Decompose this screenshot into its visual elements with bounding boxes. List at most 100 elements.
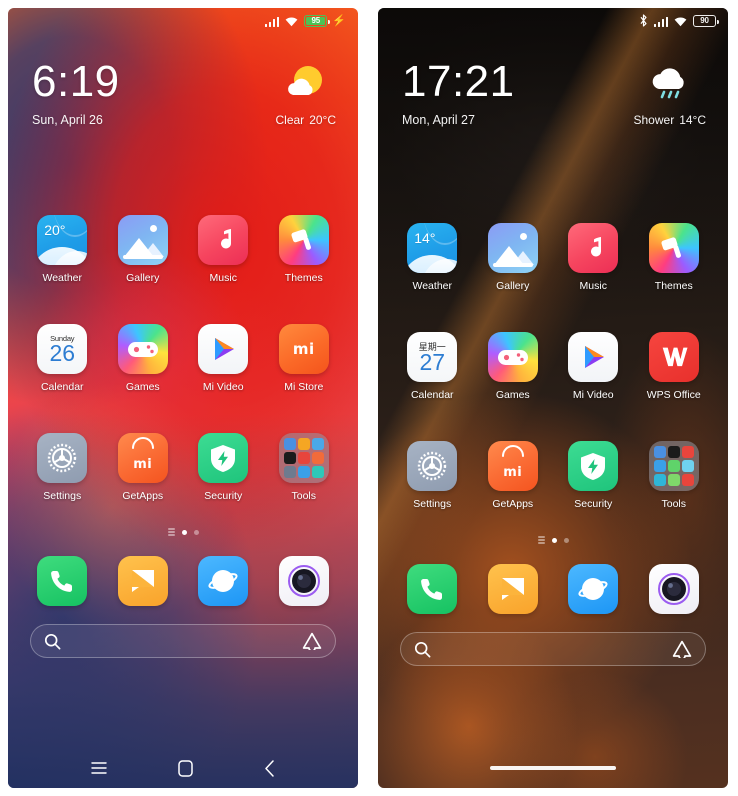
camera-app-icon xyxy=(278,556,329,606)
back-button[interactable] xyxy=(264,759,275,777)
app-label: GetApps xyxy=(122,490,164,502)
search-input[interactable] xyxy=(30,624,336,658)
camera-app-icon xyxy=(648,564,699,614)
app-label: WPS Office xyxy=(646,389,701,401)
weather-widget-right[interactable]: Shower 14°C xyxy=(633,60,707,127)
dock-right xyxy=(378,564,728,614)
search-input[interactable] xyxy=(400,632,706,666)
battery-indicator-right: 90 xyxy=(693,15,719,27)
home-button[interactable] xyxy=(178,759,193,777)
app-label: Themes xyxy=(654,280,693,292)
page-list-marker-icon[interactable] xyxy=(167,528,175,536)
page-list-marker-icon[interactable] xyxy=(537,536,545,544)
clock-date-left: Sun, April 26 xyxy=(32,113,103,127)
gesture-home-bar[interactable] xyxy=(490,766,616,770)
app-label: Calendar xyxy=(410,389,454,401)
page-dot[interactable] xyxy=(563,537,569,543)
gallery-app-icon xyxy=(117,215,168,265)
navigation-bar-left xyxy=(8,748,358,788)
battery-percent-right: 90 xyxy=(700,16,709,25)
app-label: Settings xyxy=(43,490,82,502)
app-gallery-right[interactable]: Gallery xyxy=(473,223,554,292)
app-getapps-right[interactable]: mi GetApps xyxy=(473,441,554,510)
dock-camera-right[interactable] xyxy=(634,564,715,614)
calendar-app-icon: 星期一 27 xyxy=(407,332,458,382)
browser-app-icon xyxy=(568,564,619,614)
clock-weather-widget-right[interactable]: 17:21 Mon, April 27 Shower 14°C xyxy=(378,34,728,128)
app-calendar-left[interactable]: Sunday 26 Calendar xyxy=(22,324,103,393)
app-weather-left[interactable]: 20° Weather xyxy=(22,215,103,284)
dock-messages-left[interactable] xyxy=(103,556,184,606)
app-music-right[interactable]: Music xyxy=(553,223,634,292)
music-app-icon xyxy=(568,223,619,273)
app-row: Settings mi GetApps Security Tools xyxy=(378,441,728,510)
wps-office-app-icon xyxy=(648,332,699,382)
weather-widget-left[interactable]: Clear 20°C xyxy=(276,60,337,127)
app-security-left[interactable]: Security xyxy=(183,433,264,502)
app-mi-store-left[interactable]: mi Mi Store xyxy=(264,324,345,393)
calendar-day-right: 27 xyxy=(419,349,446,375)
page-dot-active[interactable] xyxy=(181,529,187,535)
clock-block-left[interactable]: 6:19 Sun, April 26 xyxy=(32,60,120,128)
app-label: Music xyxy=(579,280,607,292)
app-grid-right: 14° Weather Gallery Music Themes 星期一 27 … xyxy=(378,127,728,748)
page-indicator-right[interactable] xyxy=(378,532,728,548)
app-settings-left[interactable]: Settings xyxy=(22,433,103,502)
app-weather-right[interactable]: 14° Weather xyxy=(392,223,473,292)
app-games-left[interactable]: Games xyxy=(103,324,184,393)
dock-browser-left[interactable] xyxy=(183,556,264,606)
settings-app-icon xyxy=(37,433,88,483)
search-icon[interactable] xyxy=(44,633,61,650)
app-calendar-right[interactable]: 星期一 27 Calendar xyxy=(392,332,473,401)
search-icon[interactable] xyxy=(414,641,431,658)
battery-indicator-left: 95 xyxy=(304,15,330,27)
signal-bars-icon xyxy=(653,16,668,27)
app-settings-right[interactable]: Settings xyxy=(392,441,473,510)
signal-bars-icon xyxy=(264,16,280,27)
app-tools-folder-left[interactable]: Tools xyxy=(264,433,345,502)
app-themes-right[interactable]: Themes xyxy=(634,223,715,292)
weather-icon-temp-right: 14° xyxy=(414,230,436,246)
recents-button[interactable] xyxy=(91,761,108,775)
app-row: Settings mi GetApps Security Tools xyxy=(8,433,358,502)
dock-camera-left[interactable] xyxy=(264,556,345,606)
tools-folder-icon xyxy=(648,441,699,491)
music-app-icon xyxy=(198,215,249,265)
app-label: Weather xyxy=(412,280,453,292)
games-app-icon xyxy=(117,324,168,374)
app-security-right[interactable]: Security xyxy=(553,441,634,510)
app-label: Gallery xyxy=(496,280,530,292)
app-gallery-left[interactable]: Gallery xyxy=(103,215,184,284)
navigation-bar-right xyxy=(378,748,728,788)
weather-line-left: Clear 20°C xyxy=(276,113,337,127)
dock-phone-left[interactable] xyxy=(22,556,103,606)
sun-behind-cloud-icon xyxy=(276,62,337,106)
clock-weather-widget-left[interactable]: 6:19 Sun, April 26 Clear 20°C xyxy=(8,34,358,128)
app-wps-office-right[interactable]: WPS Office xyxy=(634,332,715,401)
app-games-right[interactable]: Games xyxy=(473,332,554,401)
app-mi-video-left[interactable]: Mi Video xyxy=(183,324,264,393)
page-indicator-left[interactable] xyxy=(8,524,358,540)
dock-browser-right[interactable] xyxy=(553,564,634,614)
dock-messages-right[interactable] xyxy=(473,564,554,614)
mi-assistant-icon[interactable] xyxy=(672,640,692,658)
wifi-icon xyxy=(285,15,298,27)
dock-phone-right[interactable] xyxy=(392,564,473,614)
app-tools-folder-right[interactable]: Tools xyxy=(634,441,715,510)
calendar-app-icon: Sunday 26 xyxy=(37,324,88,374)
app-getapps-left[interactable]: mi GetApps xyxy=(103,433,184,502)
app-label: Security xyxy=(574,498,613,510)
search-bar-wrap-left xyxy=(8,624,358,658)
mi-assistant-icon[interactable] xyxy=(302,632,322,650)
app-mi-video-right[interactable]: Mi Video xyxy=(553,332,634,401)
browser-app-icon xyxy=(198,556,249,606)
page-dot[interactable] xyxy=(193,529,199,535)
app-themes-left[interactable]: Themes xyxy=(264,215,345,284)
page-dot-active[interactable] xyxy=(551,537,557,543)
rain-cloud-icon xyxy=(634,62,707,106)
app-label: Mi Video xyxy=(202,381,244,393)
clock-block-right[interactable]: 17:21 Mon, April 27 xyxy=(402,60,515,128)
security-app-icon xyxy=(198,433,249,483)
weather-condition-right: Shower xyxy=(633,113,675,127)
app-music-left[interactable]: Music xyxy=(183,215,264,284)
